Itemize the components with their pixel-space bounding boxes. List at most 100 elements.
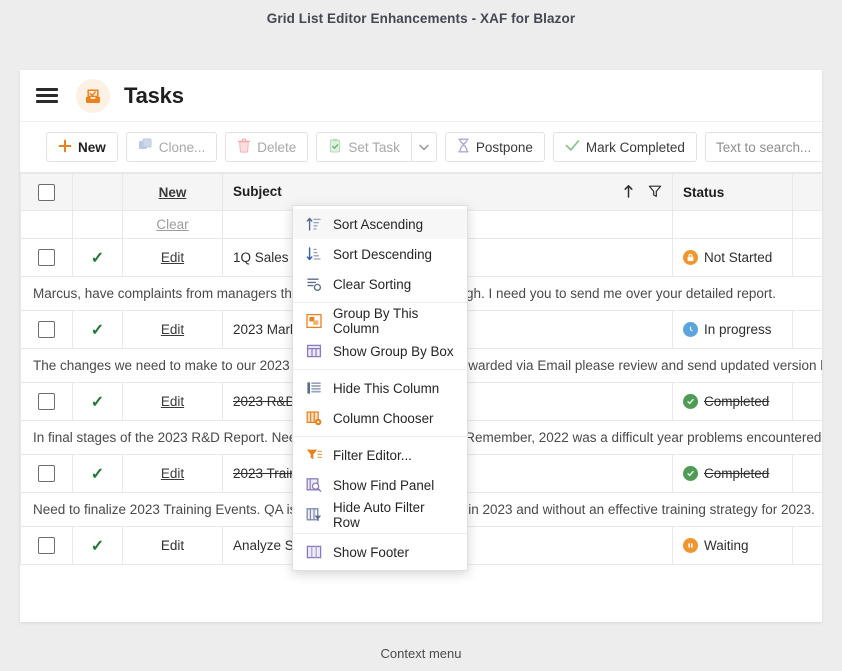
status-label: Completed	[704, 466, 770, 481]
row-check-icon: ✓	[90, 393, 105, 411]
figure-caption: Context menu	[380, 646, 462, 661]
sort-descending-icon	[305, 245, 323, 263]
context-menu-separator	[293, 533, 467, 534]
delete-button-label: Delete	[257, 139, 297, 155]
context-menu-item-hide-this-column[interactable]: Hide This Column	[293, 373, 467, 403]
status-label: Waiting	[704, 538, 749, 553]
hamburger-icon[interactable]	[36, 85, 58, 107]
row-checkbox[interactable]	[38, 321, 55, 338]
context-menu-item-filter-editor[interactable]: Filter Editor...	[293, 440, 467, 470]
header-new-link[interactable]: New	[122, 173, 223, 211]
row-checkbox-cell[interactable]	[20, 526, 73, 565]
row-checkbox[interactable]	[38, 393, 55, 410]
filter-cell-mark	[72, 210, 123, 239]
new-record-link[interactable]: New	[159, 185, 187, 200]
context-menu-item-label: Sort Descending	[333, 246, 432, 262]
check-icon	[565, 139, 580, 155]
set-task-button-label: Set Task	[348, 139, 400, 155]
row-checkbox[interactable]	[38, 465, 55, 482]
pause-orange-icon	[683, 538, 698, 553]
row-status-cell: In progress	[672, 310, 793, 349]
row-edit-cell[interactable]: Edit	[122, 454, 223, 493]
column-chooser-icon	[305, 409, 323, 427]
row-checkbox-cell[interactable]	[20, 310, 73, 349]
row-checkbox-cell[interactable]	[20, 382, 73, 421]
row-edit-cell[interactable]: Edit	[122, 238, 223, 277]
context-menu-item-show-footer[interactable]: Show Footer	[293, 537, 467, 567]
row-check-icon: ✓	[90, 537, 105, 555]
postpone-button[interactable]: Postpone	[444, 132, 545, 162]
row-edit-cell[interactable]: Edit	[122, 382, 223, 421]
header-subject-label: Subject	[233, 183, 282, 199]
row-edit-cell[interactable]: Edit	[122, 526, 223, 565]
app-header: Tasks	[20, 70, 822, 122]
context-menu-item-group-by-this-column[interactable]: Group By This Column	[293, 306, 467, 336]
hourglass-icon	[457, 138, 470, 156]
context-menu-item-hide-auto-filter-row[interactable]: Hide Auto Filter Row	[293, 500, 467, 530]
row-status-cell: Not Started	[672, 238, 793, 277]
set-task-dropdown-arrow[interactable]	[410, 132, 437, 162]
clone-button[interactable]: Clone...	[125, 132, 218, 162]
filter-funnel-icon[interactable]	[648, 184, 662, 201]
row-edit-cell[interactable]: Edit	[122, 310, 223, 349]
row-check-icon: ✓	[90, 465, 105, 483]
edit-link[interactable]: Edit	[161, 538, 184, 553]
clear-filter-link[interactable]: Clear	[156, 217, 188, 232]
chevron-down-icon	[419, 138, 429, 156]
filter-cell-status[interactable]	[672, 210, 793, 239]
context-menu-item-sort-descending[interactable]: Sort Descending	[293, 239, 467, 269]
hide-column-icon	[305, 379, 323, 397]
search-input[interactable]	[715, 139, 822, 155]
context-menu-separator	[293, 302, 467, 303]
new-button-label: New	[78, 139, 106, 155]
context-menu-item-label: Show Footer	[333, 544, 409, 560]
row-checkbox-cell[interactable]	[20, 454, 73, 493]
column-context-menu[interactable]: Sort Ascending Sort Descending Clear Sorti…	[292, 205, 468, 571]
context-menu-item-column-chooser[interactable]: Column Chooser	[293, 403, 467, 433]
row-tail-cell	[792, 526, 822, 565]
search-box[interactable]	[704, 132, 822, 162]
row-mark-cell: ✓	[72, 526, 123, 565]
row-checkbox[interactable]	[38, 249, 55, 266]
context-menu-item-sort-ascending[interactable]: Sort Ascending	[293, 209, 467, 239]
row-mark-cell: ✓	[72, 382, 123, 421]
header-column-status[interactable]: Status	[672, 173, 793, 211]
trash-icon	[237, 138, 251, 156]
filter-cell-check	[20, 210, 73, 239]
edit-link[interactable]: Edit	[161, 394, 184, 409]
filter-cell-tail	[792, 210, 822, 239]
edit-link[interactable]: Edit	[161, 466, 184, 481]
sort-ascending-icon[interactable]	[623, 184, 634, 201]
group-box-icon	[305, 342, 323, 360]
tasks-inbox-icon	[76, 78, 110, 113]
header-status-label: Status	[683, 184, 725, 200]
context-menu-separator	[293, 369, 467, 370]
row-checkbox[interactable]	[38, 537, 55, 554]
status-label: Not Started	[704, 250, 773, 265]
filter-clear-cell[interactable]: Clear	[122, 210, 223, 239]
mark-completed-button-label: Mark Completed	[585, 139, 685, 155]
mark-completed-button[interactable]: Mark Completed	[552, 132, 697, 162]
edit-link[interactable]: Edit	[161, 322, 184, 337]
context-menu-item-label: Hide This Column	[333, 380, 440, 396]
delete-button[interactable]: Delete	[225, 132, 309, 162]
row-check-icon: ✓	[90, 249, 105, 267]
context-menu-item-show-find-panel[interactable]: Show Find Panel	[293, 470, 467, 500]
row-check-icon: ✓	[90, 321, 105, 339]
header-select-all[interactable]	[20, 173, 73, 211]
app-title: Tasks	[124, 82, 184, 108]
toolbar: New Clone... Delete Set Task Postpone Ma…	[20, 122, 822, 172]
row-checkbox-cell[interactable]	[20, 238, 73, 277]
edit-link[interactable]: Edit	[161, 250, 184, 265]
context-menu-item-clear-sorting[interactable]: Clear Sorting	[293, 269, 467, 299]
select-all-checkbox[interactable]	[38, 183, 55, 201]
filter-editor-icon	[305, 446, 323, 464]
copy-icon	[138, 138, 153, 156]
context-menu-item-label: Sort Ascending	[333, 216, 424, 232]
context-menu-item-show-group-by-box[interactable]: Show Group By Box	[293, 336, 467, 366]
set-task-button[interactable]: Set Task	[316, 132, 411, 162]
row-status-cell: Completed	[672, 454, 793, 493]
context-menu-item-label: Filter Editor...	[333, 447, 412, 463]
context-menu-item-label: Clear Sorting	[333, 276, 412, 292]
new-button[interactable]: New	[46, 132, 118, 162]
